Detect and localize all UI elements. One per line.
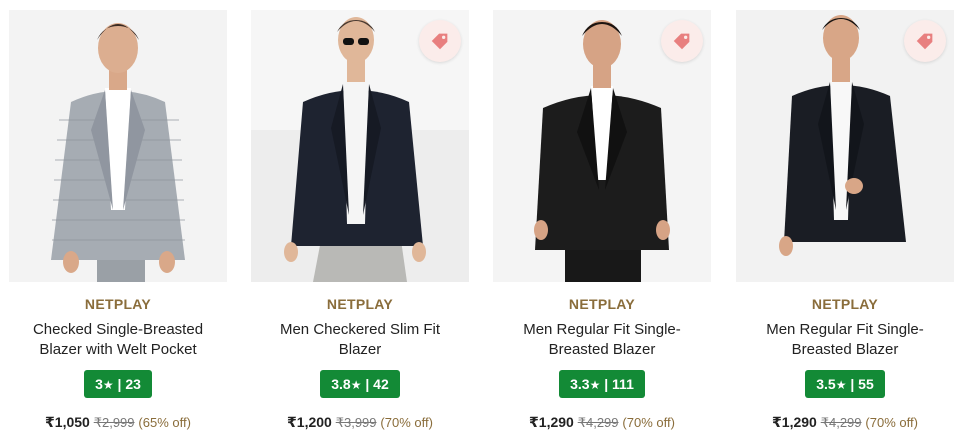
rating-count: 42 <box>373 376 389 392</box>
product-name[interactable]: Checked Single-Breasted Blazer with Welt… <box>9 320 227 360</box>
product-name[interactable]: Men Regular Fit Single-Breasted Blazer <box>493 320 711 360</box>
price-tag-icon[interactable] <box>661 20 703 62</box>
rating-badge: 3★ | 23 <box>84 370 152 398</box>
price-row: ₹1,200 ₹3,999 (70% off) <box>251 414 469 431</box>
product-image[interactable] <box>9 10 227 282</box>
product-brand: NETPLAY <box>568 296 636 312</box>
discount-percent: (70% off) <box>622 415 675 430</box>
product-name[interactable]: Men Regular Fit Single-Breasted Blazer <box>736 320 954 360</box>
price-row: ₹1,290 ₹4,299 (70% off) <box>736 414 954 431</box>
price-tag-icon[interactable] <box>419 20 461 62</box>
rating-value: 3.3 <box>570 376 590 392</box>
selling-price: ₹1,290 <box>772 414 817 430</box>
rating-badge: 3.5★ | 55 <box>805 370 885 398</box>
price-tag-icon[interactable] <box>904 20 946 62</box>
price-row: ₹1,050 ₹2,999 (65% off) <box>9 414 227 431</box>
model-blazer-illustration <box>9 10 227 282</box>
star-icon: ★ <box>589 378 601 392</box>
product-name[interactable]: Men Checkered Slim Fit Blazer <box>251 320 469 360</box>
discount-percent: (70% off) <box>865 415 918 430</box>
original-price: ₹2,999 <box>93 415 135 430</box>
product-card[interactable]: NETPLAY Men Regular Fit Single-Breasted … <box>493 10 711 440</box>
rating-count: 111 <box>612 376 634 392</box>
original-price: ₹4,299 <box>820 415 862 430</box>
star-icon: ★ <box>350 378 362 392</box>
rating-badge: 3.3★ | 111 <box>559 370 645 398</box>
product-image[interactable] <box>493 10 711 282</box>
product-brand: NETPLAY <box>326 296 394 312</box>
discount-percent: (65% off) <box>138 415 191 430</box>
star-icon: ★ <box>102 378 114 392</box>
selling-price: ₹1,200 <box>287 414 332 430</box>
product-card[interactable]: NETPLAY Checked Single-Breasted Blazer w… <box>9 10 227 440</box>
product-card[interactable]: NETPLAY Men Regular Fit Single-Breasted … <box>736 10 954 440</box>
original-price: ₹3,999 <box>335 415 377 430</box>
product-image[interactable] <box>251 10 469 282</box>
rating-value: 3.8 <box>331 376 351 392</box>
discount-percent: (70% off) <box>380 415 433 430</box>
rating-badge: 3.8★ | 42 <box>320 370 400 398</box>
product-card[interactable]: NETPLAY Men Checkered Slim Fit Blazer 3.… <box>251 10 469 440</box>
product-grid: NETPLAY Checked Single-Breasted Blazer w… <box>0 0 972 440</box>
product-brand: NETPLAY <box>84 296 152 312</box>
product-brand: NETPLAY <box>811 296 879 312</box>
rating-value: 3.5 <box>816 376 836 392</box>
original-price: ₹4,299 <box>577 415 619 430</box>
selling-price: ₹1,050 <box>45 414 90 430</box>
product-image[interactable] <box>736 10 954 282</box>
price-row: ₹1,290 ₹4,299 (70% off) <box>493 414 711 431</box>
rating-value: 3 <box>95 376 103 392</box>
rating-count: 55 <box>858 376 874 392</box>
selling-price: ₹1,290 <box>529 414 574 430</box>
star-icon: ★ <box>835 378 847 392</box>
rating-count: 23 <box>125 376 141 392</box>
